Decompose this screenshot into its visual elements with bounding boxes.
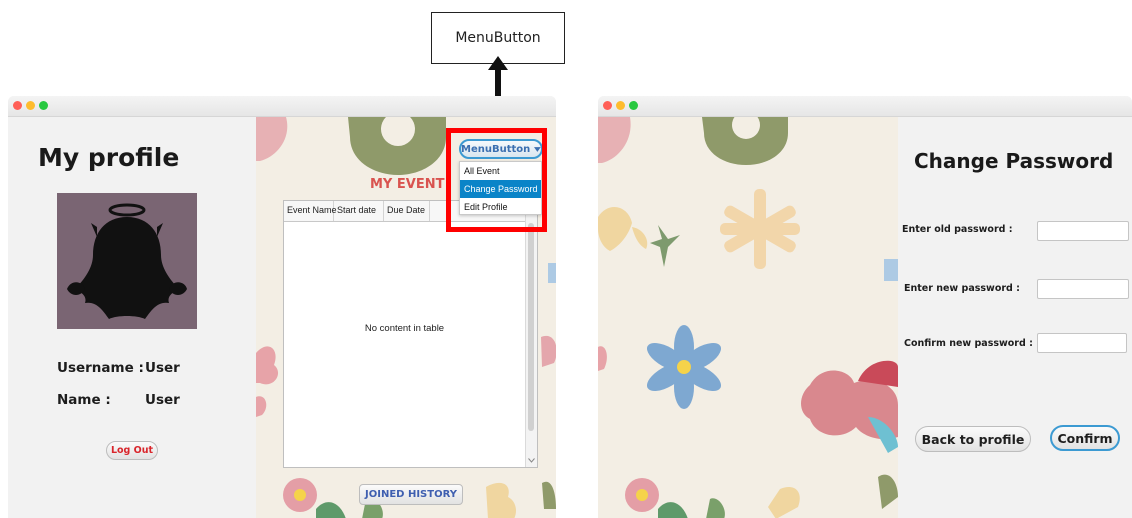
decorative-pattern (598, 117, 898, 518)
username-value: User (145, 360, 180, 376)
scrollbar-thumb[interactable] (528, 223, 534, 431)
events-heading: MY EVENT (370, 177, 445, 192)
window-minimize-icon[interactable] (616, 101, 625, 110)
change-password-panel: Change Password Enter old password : Ent… (898, 117, 1132, 518)
joined-history-button[interactable]: JOINED HISTORY (359, 484, 463, 505)
callout-label: MenuButton (455, 30, 541, 46)
avatar-silhouette-icon (67, 203, 187, 319)
profile-window: My profile Username : User Name : User L… (8, 96, 556, 518)
change-password-window: Change Password Enter old password : Ent… (598, 96, 1132, 518)
old-password-input[interactable] (1037, 221, 1129, 241)
title-bar (8, 96, 556, 117)
logout-button[interactable]: Log Out (106, 441, 158, 460)
events-table[interactable]: Event Name Start date Due Date No conten… (283, 200, 538, 468)
name-label: Name : (57, 392, 111, 408)
table-empty-text: No content in table (364, 323, 445, 334)
title-bar (598, 96, 1132, 117)
change-password-title: Change Password (914, 149, 1114, 173)
new-password-label: Enter new password : (904, 283, 1020, 294)
avatar (57, 193, 197, 329)
table-scrollbar[interactable] (525, 201, 537, 467)
window-zoom-icon[interactable] (629, 101, 638, 110)
window-close-icon[interactable] (603, 101, 612, 110)
highlight-box (446, 128, 547, 232)
username-label: Username : (57, 360, 144, 376)
page-title: My profile (38, 143, 180, 172)
confirm-password-input[interactable] (1037, 333, 1127, 353)
window-close-icon[interactable] (13, 101, 22, 110)
profile-panel: My profile Username : User Name : User L… (8, 117, 256, 518)
confirm-button[interactable]: Confirm (1050, 425, 1120, 451)
confirm-password-label: Confirm new password : (904, 338, 1033, 349)
new-password-input[interactable] (1037, 279, 1129, 299)
column-due-date[interactable]: Due Date (384, 201, 430, 221)
background-pattern (598, 117, 898, 518)
name-value: User (145, 392, 180, 408)
window-minimize-icon[interactable] (26, 101, 35, 110)
chevron-down-icon[interactable] (528, 458, 535, 463)
column-event-name[interactable]: Event Name (284, 201, 337, 221)
old-password-label: Enter old password : (902, 224, 1013, 235)
column-start-date[interactable]: Start date (334, 201, 384, 221)
back-to-profile-button[interactable]: Back to profile (915, 426, 1031, 452)
window-zoom-icon[interactable] (39, 101, 48, 110)
